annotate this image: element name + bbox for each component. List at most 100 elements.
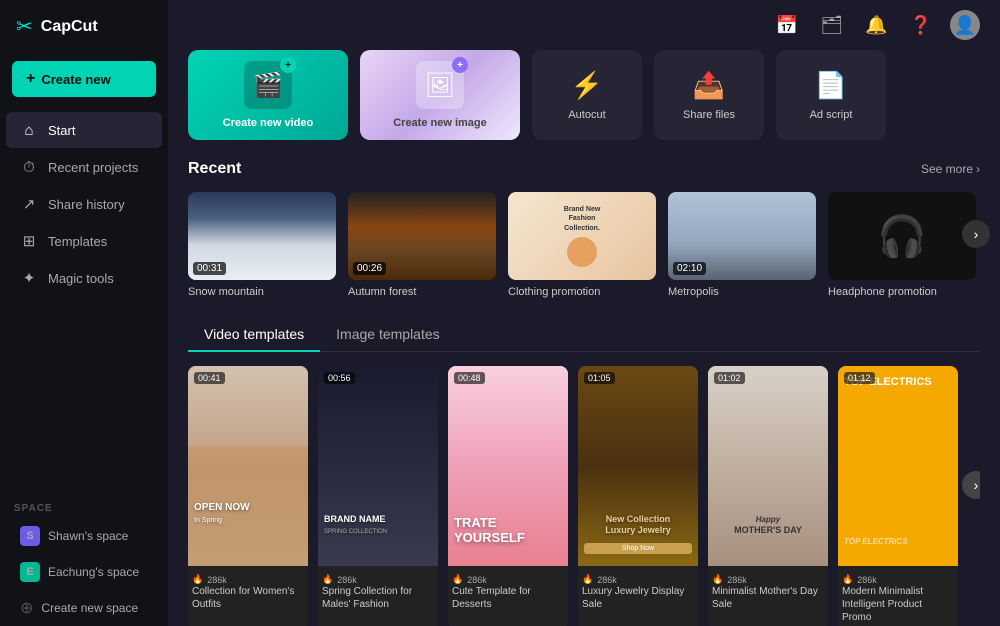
avatar-eachungs: E: [20, 562, 40, 582]
create-image-card[interactable]: 🖼 + Create new image: [360, 50, 520, 140]
template-name-4: Minimalist Mother's Day Sale: [712, 585, 824, 611]
create-image-label: Create new image: [393, 117, 487, 129]
sidebar-nav: ⌂ Start ⏱ Recent projects ↗ Share histor…: [0, 105, 168, 493]
tab-video-templates[interactable]: Video templates: [188, 318, 320, 352]
template-duration-1: 00:56: [324, 372, 355, 384]
recent-see-more[interactable]: See more ›: [921, 162, 980, 176]
ad-script-label: Ad script: [810, 109, 853, 121]
recent-duration-1: 00:26: [353, 262, 386, 275]
avatar-icon: 👤: [954, 15, 976, 36]
share-files-card[interactable]: 📤 Share files: [654, 50, 764, 140]
sidebar-item-recent[interactable]: ⏱ Recent projects: [6, 149, 162, 185]
template-thumb-0: OPEN NOWIn Spring 00:41: [188, 366, 308, 566]
image-card-plus: +: [452, 57, 468, 73]
help-icon-button[interactable]: ❓: [906, 11, 936, 40]
template-duration-3: 01:05: [584, 372, 615, 384]
image-card-icon: 🖼: [425, 71, 455, 100]
template-duration-0: 00:41: [194, 372, 225, 384]
home-icon: ⌂: [20, 121, 38, 139]
template-card-2[interactable]: TRATEYOURSELF 00:48 🔥 286k Cute Template…: [448, 366, 568, 626]
storage-icon-button[interactable]: 🗂: [816, 11, 847, 40]
template-likes-2: 286k: [467, 575, 487, 585]
calendar-icon-button[interactable]: 📅: [772, 11, 802, 40]
ad-script-card[interactable]: 📄 Ad script: [776, 50, 886, 140]
recent-card-clothing[interactable]: Brand NewFashionCollection. Clothing pro…: [508, 192, 656, 298]
template-name-1: Spring Collection for Males' Fashion: [322, 585, 434, 611]
recent-header: Recent See more ›: [188, 160, 980, 178]
autocut-card[interactable]: ⚡ Autocut: [532, 50, 642, 140]
recent-duration-0: 00:31: [193, 262, 226, 275]
templates-icon: ⊞: [20, 232, 38, 250]
template-duration-2: 00:48: [454, 372, 485, 384]
sidebar-item-start-label: Start: [48, 123, 75, 138]
header-bar: 📅 🗂 🔔 ❓ 👤: [168, 0, 1000, 50]
recent-card-snow-mountain[interactable]: 00:31 Snow mountain: [188, 192, 336, 298]
template-thumb-3: New CollectionLuxury Jewelry Shop Now 01…: [578, 366, 698, 566]
template-name-3: Luxury Jewelry Display Sale: [582, 585, 694, 611]
templates-next-button[interactable]: ›: [962, 471, 980, 499]
sidebar-item-share-label: Share history: [48, 197, 125, 212]
template-card-4[interactable]: HappyMOTHER'S DAY 01:02 🔥 286k Minimalis…: [708, 366, 828, 626]
recent-name-3: Metropolis: [668, 286, 816, 298]
recent-next-button[interactable]: ›: [962, 220, 990, 248]
space-eachungs[interactable]: E Eachung's space: [6, 555, 162, 589]
share-files-icon: 📤: [693, 70, 725, 101]
sidebar-item-recent-label: Recent projects: [48, 160, 138, 175]
sidebar: ✂ CapCut + Create new ⌂ Start ⏱ Recent p…: [0, 0, 168, 626]
create-new-button[interactable]: + Create new: [12, 61, 156, 97]
space-label: SPACE: [0, 493, 168, 518]
video-card-icon-bg: 🎬 +: [244, 61, 292, 109]
logo-text: CapCut: [41, 18, 98, 36]
recent-name-0: Snow mountain: [188, 286, 336, 298]
template-card-3[interactable]: New CollectionLuxury Jewelry Shop Now 01…: [578, 366, 698, 626]
sidebar-item-share[interactable]: ↗ Share history: [6, 186, 162, 222]
recent-thumb-metropolis: 02:10: [668, 192, 816, 280]
template-likes-1: 286k: [337, 575, 357, 585]
recent-thumb-headphone: 🎧: [828, 192, 976, 280]
template-info-0: 🔥 286k Collection for Women's Outfits: [188, 566, 308, 617]
template-thumb-1: BRAND NAMESPRING COLLECTION 00:56: [318, 366, 438, 566]
template-duration-5: 01:12: [844, 372, 875, 384]
clock-icon: ⏱: [20, 158, 38, 176]
create-video-label: Create new video: [223, 117, 313, 129]
create-video-card[interactable]: 🎬 + Create new video: [188, 50, 348, 140]
recent-card-metropolis[interactable]: 02:10 Metropolis: [668, 192, 816, 298]
image-card-icon-bg: 🖼 +: [416, 61, 464, 109]
template-card-0[interactable]: OPEN NOWIn Spring 00:41 🔥 286k Collectio…: [188, 366, 308, 626]
create-space-plus-icon: ⊕: [20, 598, 33, 618]
tab-image-templates[interactable]: Image templates: [320, 318, 456, 352]
recent-card-headphone[interactable]: 🎧 Headphone promotion: [828, 192, 976, 298]
recent-name-4: Headphone promotion: [828, 286, 976, 298]
template-name-5: Modern Minimalist Intelligent Product Pr…: [842, 585, 954, 624]
recent-name-1: Autumn forest: [348, 286, 496, 298]
recent-duration-3: 02:10: [673, 262, 706, 275]
sidebar-item-start[interactable]: ⌂ Start: [6, 112, 162, 148]
template-name-0: Collection for Women's Outfits: [192, 585, 304, 611]
space-eachungs-label: Eachung's space: [48, 565, 139, 579]
create-space-button[interactable]: ⊕ Create new space: [6, 591, 162, 625]
main-content: 📅 🗂 🔔 ❓ 👤 🎬 + Create new video 🖼 + Creat…: [168, 0, 1000, 626]
notification-icon-button[interactable]: 🔔: [861, 11, 891, 40]
create-space-label: Create new space: [41, 601, 138, 615]
recent-thumb-clothing: Brand NewFashionCollection.: [508, 192, 656, 280]
template-thumb-5: TOP ELECTRICS TOP ELECTRICS 01:12: [838, 366, 958, 566]
recent-card-autumn-forest[interactable]: 00:26 Autumn forest: [348, 192, 496, 298]
template-thumb-4: HappyMOTHER'S DAY 01:02: [708, 366, 828, 566]
user-avatar[interactable]: 👤: [950, 10, 980, 40]
template-tabs: Video templates Image templates: [188, 318, 980, 352]
template-card-1[interactable]: BRAND NAMESPRING COLLECTION 00:56 🔥 286k…: [318, 366, 438, 626]
recent-name-2: Clothing promotion: [508, 286, 656, 298]
recent-thumb-autumn-forest: 00:26: [348, 192, 496, 280]
template-likes-0: 286k: [207, 575, 227, 585]
template-duration-4: 01:02: [714, 372, 745, 384]
template-card-5[interactable]: TOP ELECTRICS TOP ELECTRICS 01:12 🔥 286k…: [838, 366, 958, 626]
autocut-label: Autocut: [568, 109, 605, 121]
logo: ✂ CapCut: [0, 0, 168, 53]
sidebar-item-magic[interactable]: ✦ Magic tools: [6, 260, 162, 296]
logo-icon: ✂: [16, 14, 33, 39]
template-info-3: 🔥 286k Luxury Jewelry Display Sale: [578, 566, 698, 617]
space-shawns[interactable]: S Shawn's space: [6, 519, 162, 553]
template-likes-4: 286k: [727, 575, 747, 585]
sidebar-item-templates[interactable]: ⊞ Templates: [6, 223, 162, 259]
quick-actions: 🎬 + Create new video 🖼 + Create new imag…: [168, 50, 1000, 160]
